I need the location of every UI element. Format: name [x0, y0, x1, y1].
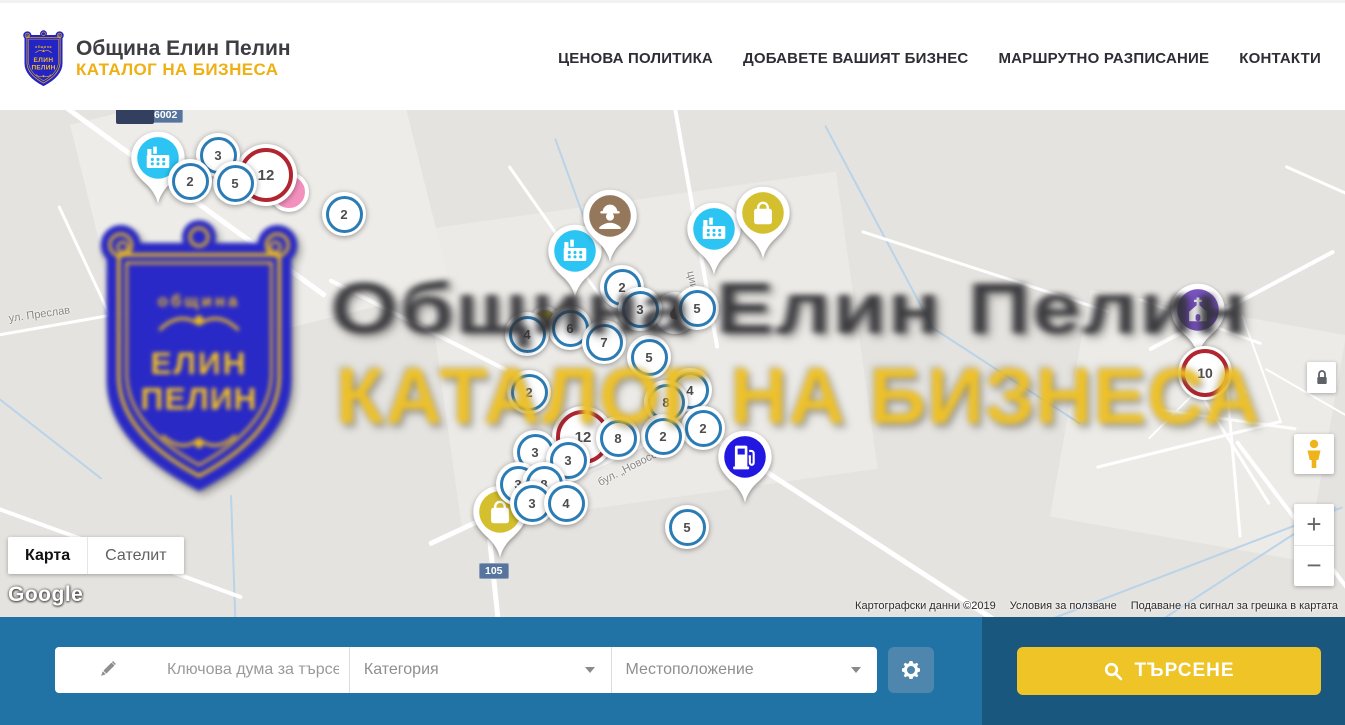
scroll-lock-button[interactable] — [1307, 362, 1336, 393]
cluster-count: 2 — [511, 374, 548, 411]
advanced-search-button[interactable] — [888, 647, 934, 693]
cluster-count: 5 — [679, 290, 716, 327]
stream-line — [0, 392, 102, 480]
marker-cluster[interactable]: 5 — [213, 161, 257, 205]
category-pin-worker[interactable] — [579, 188, 641, 269]
nav-route-schedule[interactable]: МАРШРУТНО РАЗПИСАНИЕ — [998, 50, 1209, 67]
cluster-count: 5 — [631, 339, 668, 376]
marker-cluster[interactable]: 5 — [675, 286, 719, 330]
map-features: ул. Преславбул. „Новоселции6002105123522… — [0, 110, 1345, 617]
road-badge — [116, 110, 154, 124]
marker-cluster[interactable]: 5 — [627, 335, 671, 379]
cluster-count: 4 — [548, 485, 585, 522]
marker-cluster[interactable]: 5 — [665, 505, 709, 549]
google-logo[interactable]: Google — [8, 583, 83, 607]
pegman-icon — [1303, 439, 1325, 469]
marker-cluster[interactable]: 2 — [322, 192, 366, 236]
cluster-count: 8 — [600, 420, 637, 457]
brand-subtitle: КАТАЛОГ НА БИЗНЕСА — [76, 60, 291, 79]
attribution-terms-link[interactable]: Условия за ползване — [1010, 600, 1117, 612]
road-line — [861, 230, 1109, 313]
chevron-down-icon — [585, 667, 595, 673]
marker-cluster[interactable]: 2 — [681, 406, 725, 450]
category-pin-bag[interactable] — [732, 185, 794, 266]
location-select-label: Местоположение — [626, 661, 754, 679]
attribution-report-error-link[interactable]: Подаване на сигнал за грешка в картата — [1131, 600, 1338, 612]
cluster-count: 4 — [509, 316, 546, 353]
street-view-pegman-button[interactable] — [1294, 434, 1334, 474]
map-type-map-button[interactable]: Карта — [8, 537, 87, 574]
marker-cluster[interactable]: 10 — [1178, 346, 1232, 400]
keyword-field[interactable] — [55, 647, 349, 693]
marker-cluster[interactable]: 7 — [582, 320, 626, 364]
cluster-count: 2 — [326, 196, 363, 233]
map-type-control: Карта Сателит — [8, 537, 184, 574]
nav-contacts[interactable]: КОНТАКТИ — [1239, 50, 1321, 67]
nav-add-business[interactable]: ДОБАВЕТЕ ВАШИЯТ БИЗНЕС — [743, 50, 968, 67]
map-canvas[interactable]: ул. Преславбул. „Новоселции6002105123522… — [0, 110, 1345, 617]
stream-line — [230, 495, 236, 617]
marker-cluster[interactable]: 2 — [641, 414, 685, 458]
map-attribution: Картографски данни ©2019 Условия за полз… — [855, 600, 1338, 612]
category-select[interactable]: Категория — [349, 647, 611, 693]
marker-cluster[interactable]: 4 — [505, 312, 549, 356]
pencil-icon — [97, 659, 118, 680]
zoom-in-button[interactable]: + — [1294, 504, 1334, 546]
cluster-count: 5 — [669, 509, 706, 546]
attribution-copyright: Картографски данни ©2019 — [855, 600, 996, 612]
category-pin-fuel[interactable] — [714, 429, 776, 510]
category-select-label: Категория — [364, 661, 439, 679]
marker-cluster[interactable]: 4 — [544, 481, 588, 525]
lock-icon — [1314, 369, 1330, 386]
search-button[interactable]: ТЪРСЕНЕ — [1017, 647, 1321, 695]
marker-cluster[interactable]: 3 — [618, 287, 662, 331]
search-panel: ТЪРСЕНЕ — [982, 617, 1345, 725]
search-icon — [1103, 661, 1123, 681]
main-nav: ЦЕНОВА ПОЛИТИКА ДОБАВЕТЕ ВАШИЯТ БИЗНЕС М… — [558, 50, 1321, 67]
zoom-control: + − — [1294, 504, 1334, 586]
marker-cluster[interactable]: 8 — [596, 416, 640, 460]
cluster-count: 5 — [217, 165, 254, 202]
search-button-label: ТЪРСЕНЕ — [1134, 660, 1234, 682]
brand-title: Община Елин Пелин — [76, 37, 291, 61]
page: Община Елин Пелин КАТАЛОГ НА БИЗНЕСА ЦЕН… — [0, 0, 1345, 725]
nav-pricing[interactable]: ЦЕНОВА ПОЛИТИКА — [558, 50, 713, 67]
municipality-logo-icon — [20, 28, 67, 89]
map-type-satellite-button[interactable]: Сателит — [87, 537, 183, 574]
stream-line — [929, 325, 1081, 425]
search-bar: Категория Местоположение ТЪРСЕНЕ — [0, 617, 1345, 725]
gear-icon — [899, 658, 923, 682]
cluster-count: 10 — [1181, 349, 1229, 397]
chevron-down-icon — [851, 667, 861, 673]
cluster-count: 2 — [685, 410, 722, 447]
cluster-count: 3 — [622, 291, 659, 328]
zoom-out-button[interactable]: − — [1294, 546, 1334, 587]
search-fields: Категория Местоположение — [55, 647, 877, 693]
header: Община Елин Пелин КАТАЛОГ НА БИЗНЕСА ЦЕН… — [0, 0, 1345, 113]
road-line — [1285, 165, 1345, 225]
road-badge: 105 — [479, 563, 509, 579]
brand-text: Община Елин Пелин КАТАЛОГ НА БИЗНЕСА — [76, 37, 291, 80]
location-select[interactable]: Местоположение — [611, 647, 877, 693]
marker-cluster[interactable]: 2 — [507, 370, 551, 414]
cluster-count: 2 — [645, 418, 682, 455]
cluster-count: 2 — [172, 163, 209, 200]
brand[interactable]: Община Елин Пелин КАТАЛОГ НА БИЗНЕСА — [20, 28, 291, 89]
cluster-count: 7 — [586, 324, 623, 361]
marker-cluster[interactable]: 2 — [168, 159, 212, 203]
